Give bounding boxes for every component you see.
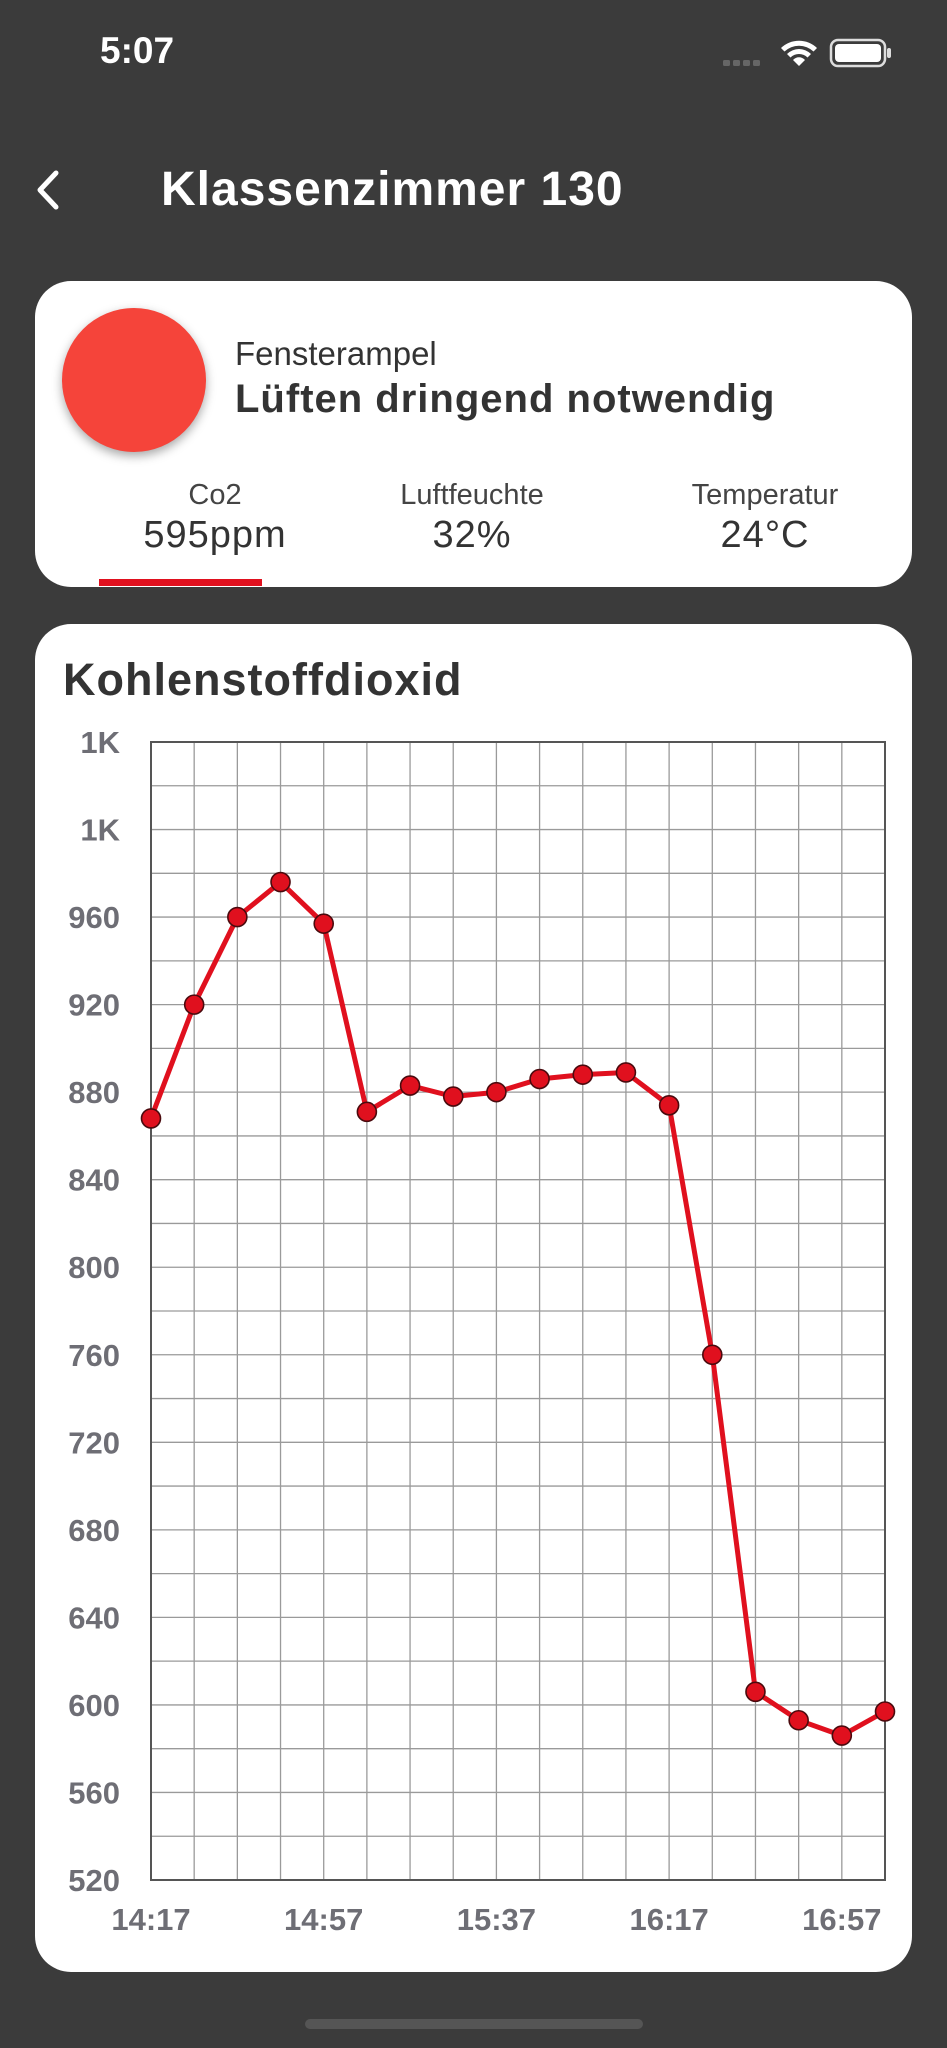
y-tick-label: 920 (68, 988, 120, 1023)
data-point (356, 1101, 378, 1123)
data-point (227, 906, 248, 928)
data-point (874, 1701, 896, 1722)
page-title: Klassenzimmer 130 (161, 163, 624, 216)
metric-label: Temperatur (691, 479, 839, 511)
y-tick-label: 680 (68, 1513, 120, 1548)
y-tick-label: 800 (68, 1250, 120, 1285)
metric-tab-temperature[interactable]: Temperatur 24°C (645, 479, 885, 557)
metric-tab-co2[interactable]: Co2 595ppm (95, 479, 335, 557)
y-tick-label: 720 (68, 1425, 120, 1460)
data-point (615, 1062, 637, 1083)
x-tick-label: 16:17 (629, 1902, 708, 1937)
status-card: Fensterampel Lüften dringend notwendig C… (35, 281, 912, 587)
x-tick-label: 14:57 (284, 1902, 363, 1937)
signal-icon (723, 60, 760, 66)
battery-icon (829, 38, 891, 68)
co2-line-chart: 1K 1K 960 920 880 840 800 760 720 680 640 600 560 520… (68, 725, 896, 1937)
data-point (788, 1709, 809, 1731)
metric-label: Co2 (188, 479, 242, 511)
metric-value: 595ppm (143, 514, 287, 556)
data-point (313, 913, 335, 934)
home-indicator (305, 2019, 643, 2029)
y-tick-label: 840 (68, 1163, 120, 1198)
metric-label: Luftfeuchte (400, 479, 544, 511)
y-tick-label: 520 (68, 1863, 120, 1898)
y-tick-label: 1K (80, 725, 120, 760)
data-point (701, 1344, 723, 1366)
status-icons (723, 38, 891, 68)
wifi-icon (781, 40, 817, 66)
selected-tab-indicator (99, 579, 262, 586)
data-point (831, 1725, 853, 1746)
data-point (183, 994, 205, 1015)
metric-value: 32% (432, 514, 512, 556)
x-tick-label: 16:57 (802, 1902, 881, 1937)
status-time: 5:07 (100, 30, 175, 71)
traffic-light-label: Fensterampel (235, 335, 437, 372)
chevron-left-icon (37, 170, 59, 210)
co2-series-line (148, 879, 887, 1739)
traffic-light-status: Lüften dringend notwendig (235, 377, 776, 421)
x-tick-label: 14:17 (111, 1902, 190, 1937)
metric-tab-humidity[interactable]: Luftfeuchte 32% (352, 479, 592, 557)
data-point (486, 1081, 507, 1103)
y-tick-label: 1K (80, 813, 120, 848)
data-point (442, 1086, 464, 1107)
metric-value: 24°C (720, 514, 810, 556)
y-tick-label: 760 (68, 1338, 120, 1373)
y-tick-label: 880 (68, 1075, 120, 1110)
y-tick-label: 640 (68, 1600, 120, 1635)
data-point (572, 1064, 594, 1085)
x-tick-label: 15:37 (457, 1902, 536, 1937)
y-tick-label: 960 (68, 900, 120, 935)
data-point (399, 1075, 421, 1096)
y-tick-label: 600 (68, 1688, 120, 1723)
data-point (140, 1108, 162, 1129)
data-point (529, 1068, 550, 1090)
data-point (658, 1094, 680, 1116)
back-button[interactable] (30, 165, 70, 215)
data-point (745, 1681, 766, 1703)
chart-card: Kohlenstoffdioxid 1K 1K 960 920 880 840 800 760… (35, 624, 912, 1972)
y-tick-label: 560 (68, 1775, 120, 1810)
data-point (270, 871, 291, 893)
traffic-light-indicator (62, 308, 206, 452)
